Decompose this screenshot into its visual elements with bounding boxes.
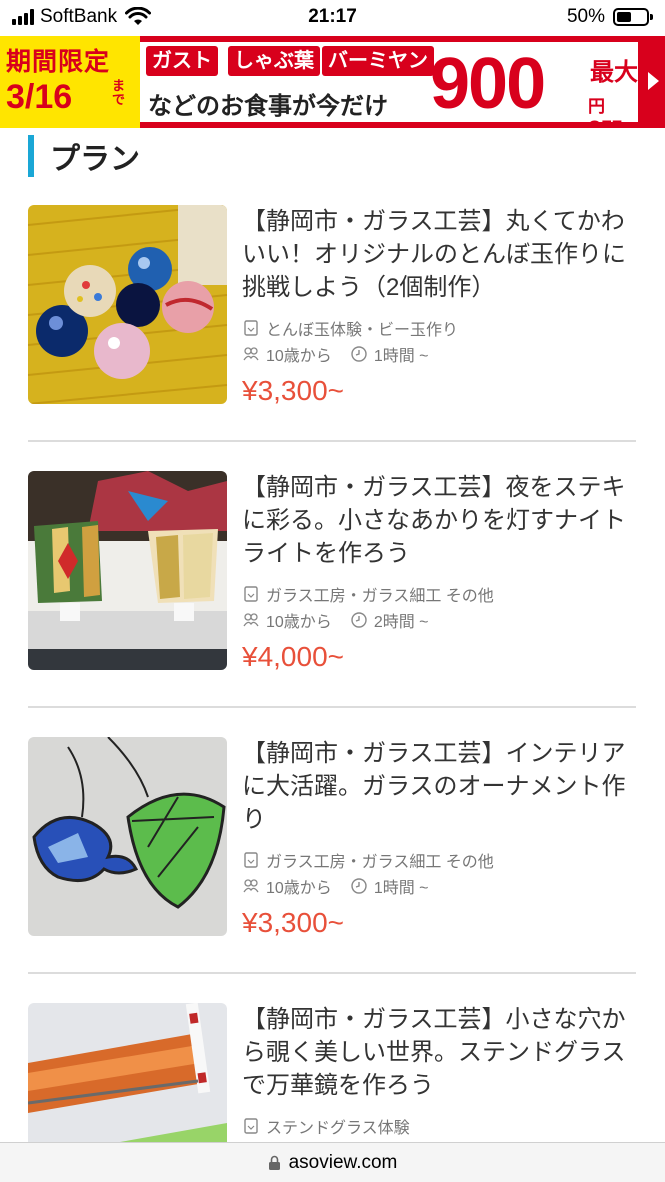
plan-category-row: ガラス工房・ガラス細工 その他 [242,847,636,873]
plan-price-suffix: ~ [327,641,344,672]
banner-big-number: 900 [430,44,546,124]
plan-age: 10歳から [266,348,332,365]
plan-category: ガラス工房・ガラス細工 その他 [266,854,494,871]
plan-price-suffix: ~ [327,907,344,938]
divider [28,440,636,442]
plan-category: ガラス工房・ガラス細工 その他 [266,588,494,605]
banner-tag-bamiyan: バーミヤン [322,46,434,76]
banner-subtitle: などのお食事が今だけ [148,93,388,120]
plan-price-value: ¥4,000 [242,641,328,672]
banner-until: まで [112,79,126,108]
clock-icon [351,346,367,362]
plan-body: 【静岡市・ガラス工芸】小さな穴から覗く美しい世界。ステンドグラスで万華鏡を作ろう… [242,1003,636,1139]
plan-thumbnail[interactable] [28,1003,227,1142]
divider [28,972,636,974]
plan-card[interactable]: 【静岡市・ガラス工芸】小さな穴から覗く美しい世界。ステンドグラスで万華鏡を作ろう… [28,1003,636,1142]
age-icon [243,879,259,893]
plan-body: 【静岡市・ガラス工芸】インテリアに大活躍。ガラスのオーナメント作り ガラス工房・… [242,737,636,939]
category-icon [244,852,258,868]
plan-card[interactable]: 【静岡市・ガラス工芸】丸くてかわいい！オリジナルのとんぼ玉作りに挑戦しよう（2個… [28,205,636,471]
plan-info-row: 10歳から 1時間 ~ [242,873,636,899]
plan-body: 【静岡市・ガラス工芸】丸くてかわいい！オリジナルのとんぼ玉作りに挑戦しよう（2個… [242,205,636,407]
banner-date: 3/16 [6,78,73,116]
plan-price-value: ¥3,300 [242,375,328,406]
status-bar: SoftBank 21:17 50% [0,0,665,36]
stained-glass-kaleidoscope-photo [28,1003,227,1142]
stained-glass-night-lights-photo [28,471,227,670]
plan-body: 【静岡市・ガラス工芸】夜をステキに彩る。小さなあかりを灯すナイトライトを作ろう … [242,471,636,673]
promo-banner[interactable]: 期間限定 3/16 まで ガスト しゃぶ葉 バーミヤン などのお食事が今だけ 9… [0,36,665,128]
section-title: プラン [50,143,140,176]
plan-price-value: ¥3,300 [242,907,328,938]
chevron-right-icon [648,72,659,90]
banner-period-label: 期間限定 [6,48,111,76]
clock-icon [351,878,367,894]
plan-title[interactable]: 【静岡市・ガラス工芸】小さな穴から覗く美しい世界。ステンドグラスで万華鏡を作ろう [242,1003,636,1113]
banner-content: ガスト しゃぶ葉 バーミヤン などのお食事が今だけ 900 最大 円OFF [140,42,638,128]
plan-category: ステンドグラス体験 [266,1120,410,1137]
section-heading: プラン [28,134,140,178]
category-icon [244,586,258,602]
banner-tag-gusto: ガスト [146,46,218,76]
clock-icon [351,612,367,628]
plan-age: 10歳から [266,880,332,897]
plan-info-row: 10歳から 1時間 ~ [242,341,636,367]
plan-title[interactable]: 【静岡市・ガラス工芸】夜をステキに彩る。小さなあかりを灯すナイトライトを作ろう [242,471,636,581]
glass-ornaments-photo [28,737,227,936]
plan-price: ¥4,000~ [242,641,636,673]
battery-icon [613,8,653,26]
plan-thumbnail[interactable] [28,737,227,936]
plan-category: とんぼ玉体験・ビー玉作り [266,322,459,339]
banner-max-label: 最大 [590,59,638,86]
plan-thumbnail[interactable] [28,205,227,404]
plan-duration: 1時間 ~ [373,348,429,365]
plan-info-row: 10歳から 2時間 ~ [242,607,636,633]
divider [28,706,636,708]
plan-category-row: ガラス工房・ガラス細工 その他 [242,581,636,607]
plan-duration: 2時間 ~ [373,614,429,631]
category-icon [244,320,258,336]
plan-price-suffix: ~ [327,375,344,406]
glass-marbles-photo [28,205,227,404]
plan-category-row: とんぼ玉体験・ビー玉作り [242,315,636,341]
battery-percent: 50% [566,6,605,27]
plan-title[interactable]: 【静岡市・ガラス工芸】丸くてかわいい！オリジナルのとんぼ玉作りに挑戦しよう（2個… [242,205,636,315]
plan-price: ¥3,300~ [242,907,636,939]
url-text[interactable]: asoview.com [289,1152,398,1174]
status-right: 50% [566,6,653,28]
lock-icon [268,1155,280,1170]
plan-duration: 1時間 ~ [373,880,429,897]
plan-price: ¥3,300~ [242,375,636,407]
age-icon [243,347,259,361]
age-icon [243,613,259,627]
browser-url-bar[interactable]: asoview.com [0,1142,665,1182]
plan-age: 10歳から [266,614,332,631]
plan-thumbnail[interactable] [28,471,227,670]
plan-category-row: ステンドグラス体験 [242,1113,636,1139]
banner-period-box: 期間限定 3/16 まで [0,36,140,128]
plan-title[interactable]: 【静岡市・ガラス工芸】インテリアに大活躍。ガラスのオーナメント作り [242,737,636,847]
category-icon [244,1118,258,1134]
section-accent-bar [28,135,34,177]
status-time: 21:17 [308,6,357,27]
banner-off-label: 円OFF [588,97,622,128]
plan-card[interactable]: 【静岡市・ガラス工芸】夜をステキに彩る。小さなあかりを灯すナイトライトを作ろう … [28,471,636,737]
plan-card[interactable]: 【静岡市・ガラス工芸】インテリアに大活躍。ガラスのオーナメント作り ガラス工房・… [28,737,636,1003]
banner-tag-shabuyo: しゃぶ葉 [228,46,320,76]
